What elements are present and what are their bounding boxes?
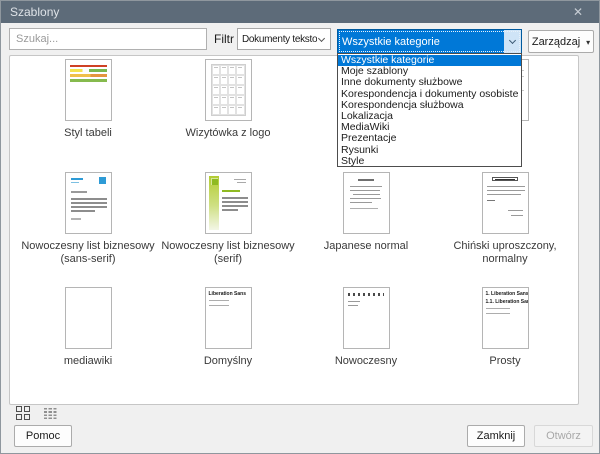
category-option-style[interactable]: Style bbox=[338, 156, 521, 167]
manage-button-label: Zarządzaj bbox=[531, 35, 581, 48]
thumb-text: 1. Liberation Sans bbox=[485, 291, 529, 297]
category-option-lokalizacja[interactable]: Lokalizacja bbox=[338, 111, 521, 122]
category-value: Wszystkie kategorie bbox=[342, 35, 440, 48]
filter-label: Filtr bbox=[214, 32, 234, 46]
category-option-korespondencja-sluzbowa[interactable]: Korespondencja służbowa bbox=[338, 100, 521, 111]
template-label: Prosty bbox=[489, 355, 521, 367]
close-dialog-button[interactable]: Zamknij bbox=[467, 425, 525, 447]
template-thumbnail: Liberation Sans bbox=[204, 287, 252, 349]
category-option-inne-dokumenty-sluzbowe[interactable]: Inne dokumenty służbowe bbox=[338, 77, 521, 88]
open-button[interactable]: Otwórz bbox=[534, 425, 593, 447]
open-button-label: Otwórz bbox=[546, 430, 581, 442]
template-item-list-biznesowy-sans[interactable]: Nowoczesny list biznesowy (sans-serif) bbox=[18, 172, 158, 266]
template-label: Styl tabeli bbox=[64, 127, 112, 139]
document-type-value: Dokumenty tekstowe bbox=[242, 33, 317, 45]
template-item-styl-tabeli[interactable]: Styl tabeli bbox=[18, 59, 158, 140]
template-label: mediawiki bbox=[63, 355, 113, 367]
template-label: Japanese normal bbox=[323, 240, 409, 252]
business-card-grid bbox=[210, 64, 246, 116]
template-thumbnail bbox=[481, 172, 529, 234]
template-thumbnail bbox=[64, 59, 112, 121]
category-dropdown-list: Wszystkie kategorie Moje szablony Inne d… bbox=[337, 53, 522, 167]
template-item-japanese-normal[interactable]: Japanese normal bbox=[296, 172, 436, 253]
help-button-label: Pomoc bbox=[25, 430, 61, 442]
template-item-prosty[interactable]: 1. Liberation Sans 1.1. Liberation Sans … bbox=[435, 287, 575, 368]
template-thumbnail bbox=[342, 287, 390, 349]
dialog-title: Szablony bbox=[10, 5, 60, 19]
search-input[interactable] bbox=[9, 28, 207, 50]
template-label: Nowoczesny bbox=[334, 355, 398, 367]
dropdown-triangle-icon: ▾ bbox=[586, 37, 591, 47]
document-type-combobox[interactable]: Dokumenty tekstowe bbox=[237, 28, 331, 50]
templates-dialog: Szablony ✕ Filtr Dokumenty tekstowe Wszy… bbox=[0, 0, 600, 454]
category-combobox[interactable]: Wszystkie kategorie bbox=[337, 29, 522, 54]
template-thumbnail bbox=[342, 172, 390, 234]
help-button[interactable]: Pomoc bbox=[14, 425, 72, 447]
chevron-down-icon bbox=[317, 34, 326, 42]
titlebar: Szablony bbox=[1, 1, 599, 23]
category-option-korespondencja-i-dokumenty-osobiste[interactable]: Korespondencja i dokumenty osobiste bbox=[338, 89, 521, 100]
thumb-text: Liberation Sans bbox=[208, 291, 247, 297]
template-item-nowoczesny[interactable]: Nowoczesny bbox=[296, 287, 436, 368]
template-thumbnail bbox=[204, 172, 252, 234]
thumb-text: 1.1. Liberation Sans bbox=[485, 299, 529, 305]
category-option-wszystkie-kategorie[interactable]: Wszystkie kategorie bbox=[338, 55, 521, 67]
template-thumbnail bbox=[64, 287, 112, 349]
category-option-prezentacje[interactable]: Prezentacje bbox=[338, 133, 521, 144]
thumbnail-view-icon[interactable] bbox=[16, 406, 30, 420]
list-view-icon[interactable] bbox=[44, 407, 58, 419]
template-thumbnail bbox=[64, 172, 112, 234]
template-label: Nowoczesny list biznesowy (sans-serif) bbox=[21, 240, 155, 265]
template-label: Chiński uproszczony, normalny bbox=[453, 240, 557, 265]
template-label: Domyślny bbox=[203, 355, 253, 367]
chevron-down-icon bbox=[508, 36, 517, 45]
template-thumbnail bbox=[204, 59, 252, 121]
template-label: Nowoczesny list biznesowy (serif) bbox=[161, 240, 295, 265]
template-label: Wizytówka z logo bbox=[185, 127, 271, 139]
template-item-wizytowka-z-logo[interactable]: Wizytówka z logo bbox=[158, 59, 298, 140]
category-option-rysunki[interactable]: Rysunki bbox=[338, 145, 521, 156]
template-item-domyslny[interactable]: Liberation Sans Domyślny bbox=[158, 287, 298, 368]
template-thumbnail: 1. Liberation Sans 1.1. Liberation Sans bbox=[481, 287, 529, 349]
close-button-label: Zamknij bbox=[476, 430, 516, 442]
category-option-moje-szablony[interactable]: Moje szablony bbox=[338, 66, 521, 77]
manage-button[interactable]: Zarządzaj ▾ bbox=[528, 30, 594, 53]
template-item-chinski-uproszczony[interactable]: Chiński uproszczony, normalny bbox=[435, 172, 575, 266]
category-option-mediawiki[interactable]: MediaWiki bbox=[338, 122, 521, 133]
combobox-arrow-button[interactable] bbox=[504, 30, 521, 53]
template-item-list-biznesowy-serif[interactable]: Nowoczesny list biznesowy (serif) bbox=[158, 172, 298, 266]
close-icon[interactable]: ✕ bbox=[557, 1, 599, 23]
template-item-mediawiki[interactable]: mediawiki bbox=[18, 287, 158, 368]
